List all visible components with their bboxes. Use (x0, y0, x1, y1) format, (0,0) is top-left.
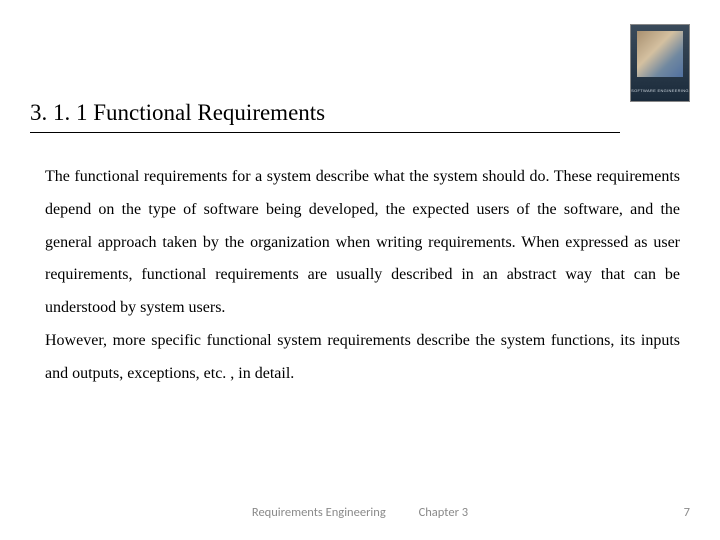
paragraph-2: However, more specific functional system… (45, 325, 680, 391)
header-area: 3. 1. 1 Functional Requirements (0, 0, 720, 133)
footer-topic: Requirements Engineering (252, 505, 386, 520)
body-text: The functional requirements for a system… (0, 133, 720, 391)
footer-center: Requirements Engineering Chapter 3 (0, 505, 720, 520)
footer-chapter: Chapter 3 (419, 505, 469, 520)
slide: SOFTWARE ENGINEERING 3. 1. 1 Functional … (0, 0, 720, 540)
page-number: 7 (684, 505, 690, 520)
paragraph-1: The functional requirements for a system… (45, 161, 680, 325)
slide-title: 3. 1. 1 Functional Requirements (30, 100, 620, 133)
footer: Requirements Engineering Chapter 3 7 (0, 505, 720, 520)
